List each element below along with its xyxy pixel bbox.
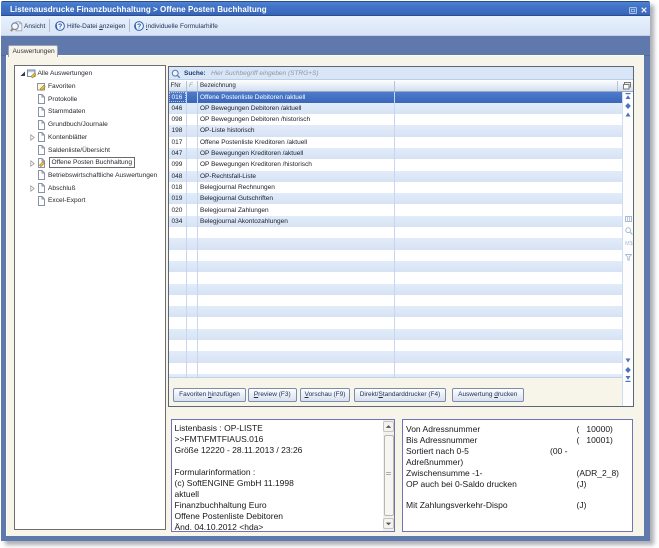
svg-text:?: ? [58, 23, 62, 30]
svg-text:?: ? [137, 23, 141, 30]
